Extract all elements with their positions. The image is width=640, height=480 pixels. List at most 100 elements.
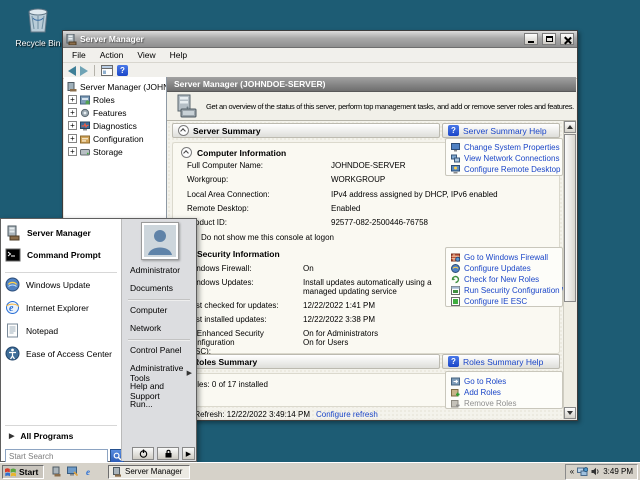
task-button-server-manager[interactable]: Server Manager	[108, 465, 190, 479]
link-add-roles[interactable]: Add Roles	[451, 388, 501, 397]
link-configure-remote-desktop[interactable]: Configure Remote Desktop	[451, 165, 561, 174]
scroll-down-button[interactable]	[564, 407, 576, 419]
tree-item-label[interactable]: Diagnostics	[93, 121, 137, 131]
roles-summary-header[interactable]: Roles Summary	[172, 354, 440, 369]
start-item-label: Administrator	[130, 265, 180, 275]
link-configure-ie-esc[interactable]: Configure IE ESC	[451, 297, 527, 306]
menu-view[interactable]: View	[130, 49, 162, 61]
start-item-notepad[interactable]: Notepad	[5, 323, 119, 338]
start-item-server-manager[interactable]: Server Manager	[5, 225, 119, 241]
link-change-system-properties[interactable]: Change System Properties	[451, 143, 560, 152]
link-label: Configure Updates	[464, 264, 531, 273]
tree-item-label[interactable]: Roles	[93, 95, 115, 105]
info-label: Last checked for updates:	[187, 301, 299, 310]
start-menu-left-column: Server Manager Command Prompt Windows Up…	[1, 219, 121, 461]
roles-links-box: Go to Roles Add Roles Remove Roles	[445, 371, 563, 409]
close-button[interactable]	[560, 33, 574, 45]
quick-launch-internet-explorer-icon[interactable]: e	[82, 466, 94, 478]
window-titlebar[interactable]: Server Manager	[63, 31, 577, 48]
start-item-administrative-tools[interactable]: Administrative Tools ▶	[130, 363, 192, 383]
minimize-button[interactable]	[524, 33, 538, 45]
link-label: Remove Roles	[464, 399, 516, 408]
link-go-to-windows-firewall[interactable]: Go to Windows Firewall	[451, 253, 548, 262]
info-label: Remote Desktop:	[187, 204, 299, 213]
user-avatar-icon	[144, 225, 176, 257]
expand-toggle-icon[interactable]	[68, 134, 77, 143]
roles-summary-bar: Roles Summary ? Roles Summary Help	[172, 354, 560, 369]
start-item-help-and-support[interactable]: Help and Support	[130, 381, 192, 401]
start-item-ease-of-access[interactable]: Ease of Access Center	[5, 346, 119, 361]
maximize-button[interactable]	[542, 33, 556, 45]
server-summary-help[interactable]: ? Server Summary Help	[442, 123, 560, 138]
info-value: Install updates automatically using a ma…	[303, 278, 445, 296]
scrollbar-thumb[interactable]	[564, 134, 576, 302]
tree-item-storage[interactable]: Storage	[64, 145, 166, 158]
menu-action[interactable]: Action	[93, 49, 131, 61]
quick-launch-show-desktop-icon[interactable]	[66, 466, 78, 478]
menu-file[interactable]: File	[65, 49, 93, 61]
console-tree-icon[interactable]	[101, 65, 113, 76]
configure-refresh-link[interactable]: Configure refresh	[316, 410, 378, 419]
section-title: Server Summary	[193, 126, 261, 136]
power-icon	[139, 449, 148, 458]
tree-item-label[interactable]: Storage	[93, 147, 123, 157]
forward-arrow-icon[interactable]	[80, 66, 88, 76]
submenu-arrow-icon: ▶	[187, 369, 192, 377]
expand-toggle-icon[interactable]	[68, 147, 77, 156]
server-manager-node-icon	[67, 82, 77, 92]
start-item-run[interactable]: Run...	[130, 399, 192, 409]
start-item-computer[interactable]: Computer	[130, 305, 192, 315]
menu-help[interactable]: Help	[163, 49, 194, 61]
tree-item-configuration[interactable]: Configuration	[64, 132, 166, 145]
power-button[interactable]	[132, 447, 154, 460]
vertical-scrollbar[interactable]	[563, 121, 576, 419]
start-item-command-prompt[interactable]: Command Prompt	[5, 247, 119, 263]
expand-toggle-icon[interactable]	[68, 95, 77, 104]
tree-root-label: Server Manager (JOHNDOE-SERVER)	[80, 82, 166, 92]
roles-summary-help[interactable]: ? Roles Summary Help	[442, 354, 560, 369]
lock-icon	[164, 449, 173, 458]
start-button[interactable]: Start	[2, 465, 44, 479]
quick-launch-server-manager-icon[interactable]	[50, 466, 62, 478]
help-icon[interactable]: ?	[117, 65, 128, 76]
link-run-security-configuration-wizard[interactable]: Run Security Configuration Wizard	[451, 286, 576, 295]
start-item-administrator[interactable]: Administrator	[130, 265, 192, 275]
tray-collapse-button[interactable]: «	[570, 467, 574, 476]
all-programs[interactable]: ▶ All Programs	[9, 431, 73, 441]
tree-item-features[interactable]: Features	[64, 106, 166, 119]
shutdown-options-button[interactable]: ▶	[182, 447, 195, 460]
link-configure-updates[interactable]: Configure Updates	[451, 264, 531, 273]
recycle-bin[interactable]: Recycle Bin	[6, 6, 70, 48]
start-item-documents[interactable]: Documents	[130, 283, 192, 293]
start-menu-separator	[5, 272, 117, 273]
tree-item-diagnostics[interactable]: Diagnostics	[64, 119, 166, 132]
tree-root[interactable]: Server Manager (JOHNDOE-SERVER)	[64, 80, 166, 93]
collapse-chevron-icon[interactable]	[181, 147, 192, 158]
tree-item-label[interactable]: Features	[93, 108, 127, 118]
link-check-for-new-roles[interactable]: Check for New Roles	[451, 275, 539, 284]
link-go-to-roles[interactable]: Go to Roles	[451, 377, 506, 386]
collapse-chevron-icon[interactable]	[178, 125, 189, 136]
start-item-windows-update[interactable]: Windows Update	[5, 277, 119, 292]
network-tray-icon[interactable]	[577, 467, 588, 477]
expand-toggle-icon[interactable]	[68, 108, 77, 117]
start-item-control-panel[interactable]: Control Panel	[130, 345, 192, 355]
scroll-up-button[interactable]	[564, 121, 576, 133]
computer-information-header[interactable]: Computer Information	[181, 147, 286, 158]
search-input[interactable]	[5, 449, 108, 463]
tree-item-roles[interactable]: Roles	[64, 93, 166, 106]
expand-toggle-icon[interactable]	[68, 121, 77, 130]
storage-icon	[80, 147, 90, 157]
link-view-network-connections[interactable]: View Network Connections	[451, 154, 559, 163]
tree-item-label[interactable]: Configuration	[93, 134, 144, 144]
user-avatar[interactable]	[141, 222, 179, 260]
start-item-network[interactable]: Network	[130, 323, 192, 333]
lock-button[interactable]	[157, 447, 179, 460]
volume-tray-icon[interactable]	[591, 467, 600, 476]
start-item-internet-explorer[interactable]: e Internet Explorer	[5, 300, 119, 315]
link-remove-roles[interactable]: Remove Roles	[451, 399, 516, 408]
tray-clock[interactable]: 3:49 PM	[603, 467, 633, 476]
start-menu-separator	[128, 299, 190, 300]
back-arrow-icon[interactable]	[68, 66, 76, 76]
server-summary-header[interactable]: Server Summary	[172, 123, 440, 138]
